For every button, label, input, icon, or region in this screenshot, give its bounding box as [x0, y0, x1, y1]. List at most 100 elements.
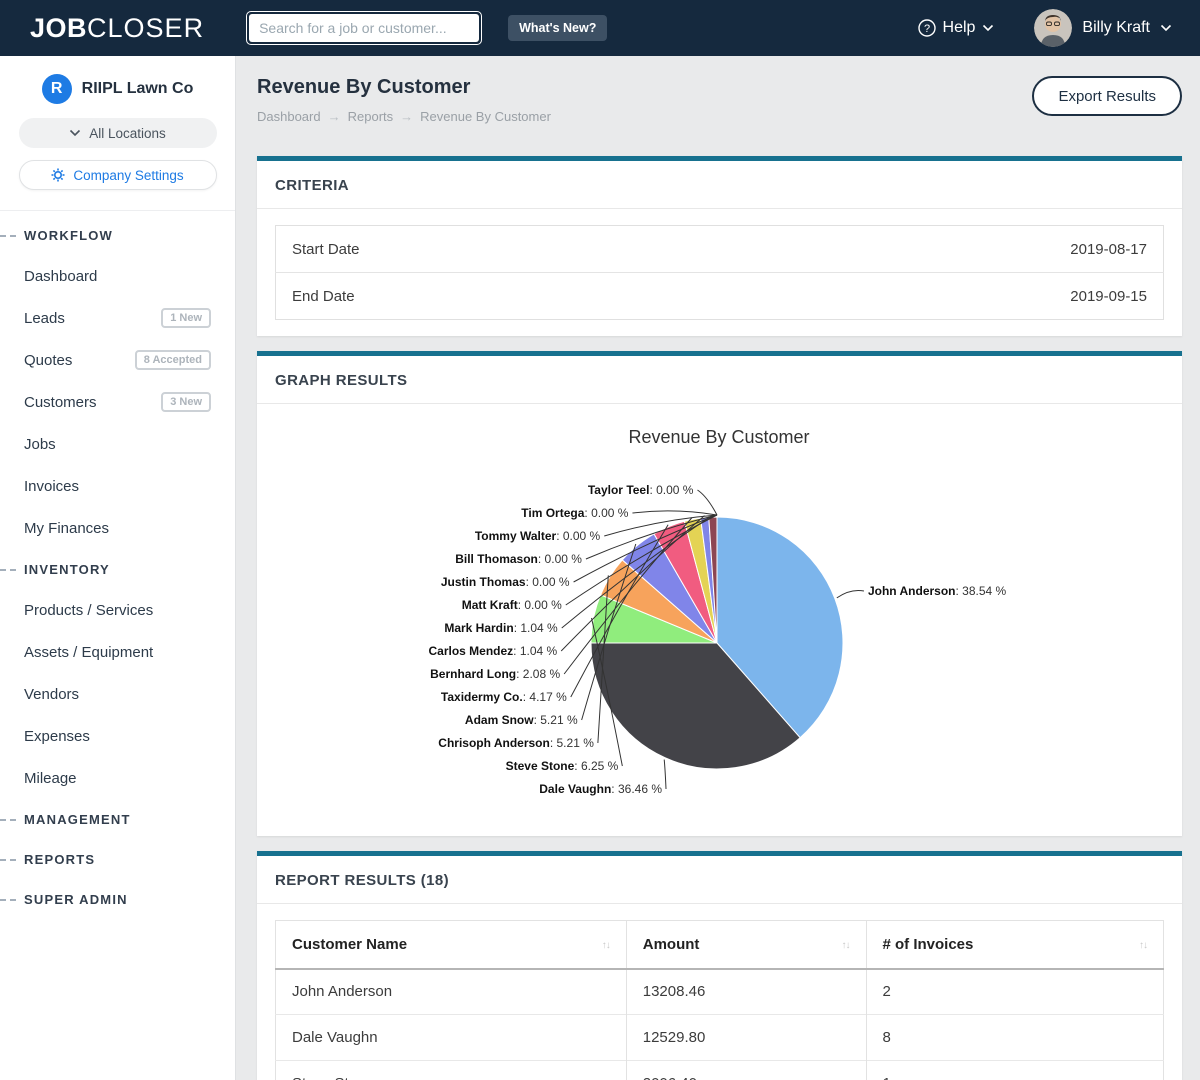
- slice-label-dale-vaughn: Dale Vaughn: 36.46 %: [539, 782, 662, 796]
- sidebar-section-super-admin[interactable]: SUPER ADMIN: [0, 879, 235, 919]
- slice-label-taxidermy-co-: Taxidermy Co.: 4.17 %: [441, 690, 567, 704]
- sidebar-item-customers[interactable]: Customers3 New: [0, 381, 235, 423]
- sort-arrows-icon[interactable]: ↑↓: [842, 940, 850, 951]
- table-cell: 2: [866, 969, 1164, 1015]
- sort-arrows-icon[interactable]: ↑↓: [602, 940, 610, 951]
- table-row[interactable]: Dale Vaughn12529.808: [276, 1015, 1164, 1061]
- sidebar-item-expenses[interactable]: Expenses: [0, 715, 235, 757]
- status-badge: 8 Accepted: [135, 350, 211, 370]
- sidebar-item-my-finances[interactable]: My Finances: [0, 507, 235, 549]
- label-connector-line: [632, 511, 717, 515]
- report-card: REPORT RESULTS (18) Customer Name↑↓Amoun…: [257, 851, 1182, 1080]
- slice-label-tommy-walter: Tommy Walter: 0.00 %: [475, 529, 601, 543]
- avatar-photo: [1034, 9, 1072, 47]
- logo-bold: JOB: [30, 13, 87, 43]
- question-circle-icon: ?: [918, 19, 936, 37]
- slice-label-adam-snow: Adam Snow: 5.21 %: [465, 713, 578, 727]
- section-label: REPORTS: [24, 852, 95, 867]
- table-cell: 8: [866, 1015, 1164, 1061]
- sidebar-section-reports[interactable]: REPORTS: [0, 839, 235, 879]
- svg-text:?: ?: [923, 23, 929, 35]
- chevron-down-icon: [1160, 24, 1172, 32]
- sidebar-item-quotes[interactable]: Quotes 8 Accepted: [0, 339, 235, 381]
- sidebar-item-label: Jobs: [24, 436, 56, 453]
- breadcrumb-item: Revenue By Customer: [420, 109, 551, 124]
- sidebar-item-products-services[interactable]: Products / Services: [0, 589, 235, 631]
- column-header--of-invoices[interactable]: # of Invoices ↑↓: [866, 921, 1164, 969]
- sidebar-item-leads[interactable]: Leads 1 New: [0, 297, 235, 339]
- label-connector-line: [664, 760, 666, 789]
- sidebar: R RIIPL Lawn Co All Locations Company Se…: [0, 56, 236, 1080]
- breadcrumb-item[interactable]: Reports: [348, 109, 394, 124]
- sidebar-item-vendors[interactable]: Vendors: [0, 673, 235, 715]
- sidebar-item-label: Assets / Equipment: [24, 644, 153, 661]
- avatar[interactable]: [1034, 9, 1072, 47]
- criteria-table: Start Date2019-08-17End Date2019-09-15: [275, 225, 1164, 320]
- sidebar-section-management[interactable]: MANAGEMENT: [0, 799, 235, 839]
- sidebar-item-label: Leads: [24, 310, 65, 327]
- sidebar-item-label: Dashboard: [24, 268, 97, 285]
- user-menu[interactable]: Billy Kraft: [1082, 19, 1172, 37]
- label-connector-line: [697, 490, 717, 515]
- sidebar-section-workflow[interactable]: WORKFLOW: [0, 215, 235, 255]
- sidebar-item-invoices[interactable]: Invoices: [0, 465, 235, 507]
- page-header: Revenue By Customer Dashboard→Reports→Re…: [257, 74, 1182, 156]
- sidebar-item-label: Expenses: [24, 728, 90, 745]
- section-label: SUPER ADMIN: [24, 892, 128, 907]
- help-label: Help: [943, 19, 976, 37]
- column-label: # of Invoices: [883, 936, 974, 953]
- sidebar-item-label: Mileage: [24, 770, 77, 787]
- section-dashes-icon: [0, 235, 16, 237]
- breadcrumb-arrow-icon: →: [400, 109, 413, 124]
- sidebar-nav: WORKFLOW Dashboard Leads 1 New Quotes 8 Accep…: [0, 210, 235, 919]
- whats-new-button[interactable]: What's New?: [508, 15, 607, 41]
- sidebar-item-label: Quotes: [24, 352, 72, 369]
- status-badge: 1 New: [161, 308, 211, 328]
- app-logo[interactable]: JOBCLOSER: [30, 13, 204, 44]
- table-row[interactable]: Steve Stone2006.401: [276, 1061, 1164, 1080]
- report-header: REPORT RESULTS (18): [257, 856, 1182, 904]
- table-cell: 1: [866, 1061, 1164, 1080]
- table-cell: John Anderson: [276, 969, 627, 1015]
- sidebar-item-dashboard[interactable]: Dashboard: [0, 255, 235, 297]
- export-results-button[interactable]: Export Results: [1032, 76, 1182, 116]
- slice-label-taylor-teel: Taylor Teel: 0.00 %: [588, 483, 694, 497]
- sidebar-item-mileage[interactable]: Mileage: [0, 757, 235, 799]
- column-label: Amount: [643, 936, 700, 953]
- all-locations-dropdown[interactable]: All Locations: [19, 118, 217, 148]
- company-row: R RIIPL Lawn Co: [0, 74, 235, 104]
- gear-icon: [51, 168, 65, 182]
- sidebar-item-jobs[interactable]: Jobs: [0, 423, 235, 465]
- top-navbar: JOBCLOSER What's New? ? Help: [0, 0, 1200, 56]
- slice-label-bill-thomason: Bill Thomason: 0.00 %: [455, 552, 582, 566]
- main-content: Revenue By Customer Dashboard→Reports→Re…: [236, 56, 1200, 1080]
- sidebar-item-assets-equipment[interactable]: Assets / Equipment: [0, 631, 235, 673]
- table-cell: 2006.40: [626, 1061, 866, 1080]
- company-logo: R: [42, 74, 72, 104]
- breadcrumb-item[interactable]: Dashboard: [257, 109, 321, 124]
- slice-label-matt-kraft: Matt Kraft: 0.00 %: [462, 598, 562, 612]
- table-cell: Dale Vaughn: [276, 1015, 627, 1061]
- slice-label-chrisoph-anderson: Chrisoph Anderson: 5.21 %: [438, 736, 594, 750]
- chart-title: Revenue By Customer: [628, 427, 809, 447]
- sidebar-section-inventory[interactable]: INVENTORY: [0, 549, 235, 589]
- criteria-header: CRITERIA: [257, 161, 1182, 209]
- column-header-amount[interactable]: Amount ↑↓: [626, 921, 866, 969]
- section-dashes-icon: [0, 569, 16, 571]
- sidebar-item-label: Customers: [24, 394, 97, 411]
- chevron-down-icon: [69, 129, 81, 137]
- table-cell: Steve Stone: [276, 1061, 627, 1080]
- table-row[interactable]: John Anderson13208.462: [276, 969, 1164, 1015]
- slice-label-john-anderson: John Anderson: 38.54 %: [868, 584, 1007, 598]
- help-menu[interactable]: ? Help: [918, 19, 995, 37]
- all-locations-label: All Locations: [89, 126, 166, 141]
- sort-arrows-icon[interactable]: ↑↓: [1139, 940, 1147, 951]
- company-settings-button[interactable]: Company Settings: [19, 160, 217, 190]
- column-header-customer-name[interactable]: Customer Name↑↓: [276, 921, 627, 969]
- logo-light: CLOSER: [87, 13, 204, 43]
- criteria-value: 2019-09-15: [700, 273, 1164, 320]
- search-input[interactable]: [249, 14, 479, 42]
- pie-chart-svg: Revenue By CustomerTaylor Teel: 0.00 %Ti…: [257, 406, 1182, 828]
- criteria-card: CRITERIA Start Date2019-08-17End Date201…: [257, 156, 1182, 336]
- section-label: INVENTORY: [24, 562, 110, 577]
